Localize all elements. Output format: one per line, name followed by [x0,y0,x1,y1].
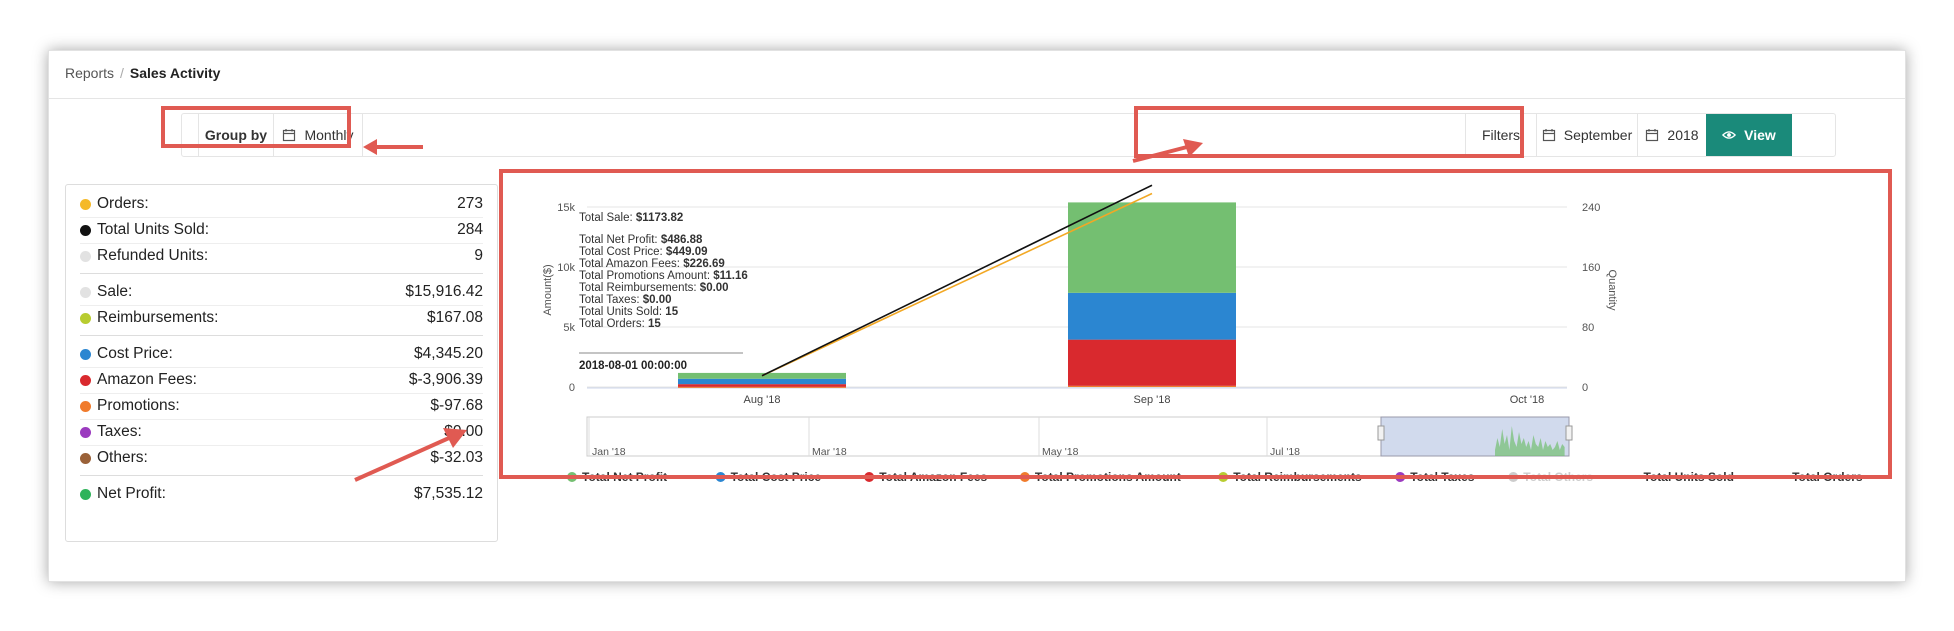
month-select-button[interactable]: September [1536,114,1638,156]
summary-dot-icon [80,286,91,298]
breadcrumb-separator: / [120,65,124,81]
view-label: View [1744,127,1776,143]
summary-dot-icon [80,374,91,386]
breadcrumb-reports-link[interactable]: Reports [65,65,114,81]
summary-row: Cost Price: $4,345.20 [80,341,483,367]
year-select-button[interactable]: 2018 [1637,114,1707,156]
eye-icon [1722,131,1737,139]
summary-value: 273 [457,195,483,212]
summary-row: Orders: 273 [80,191,483,217]
summary-value: $167.08 [426,309,483,326]
summary-divider [80,335,483,336]
summary-row: Refunded Units: 9 [80,243,483,269]
summary-dot-icon [80,452,91,464]
summary-dot-icon [80,198,91,210]
summary-label: Promotions: [97,397,180,414]
summary-dot-icon [80,224,91,236]
calendar-icon [1542,129,1555,142]
month-value: September [1563,127,1633,143]
summary-row: Sale: $15,916.42 [80,279,483,305]
summary-dot-icon [80,348,91,360]
summary-label: Total Units Sold: [97,221,209,238]
summary-label: Orders: [97,195,149,212]
summary-dot-icon [80,400,91,412]
summary-divider [80,273,483,274]
arrow-right-icon [1132,139,1203,163]
arrow-left-icon [363,139,423,155]
summary-label: Amazon Fees: [97,371,197,388]
summary-label: Reimbursements: [97,309,219,326]
summary-label: Cost Price: [97,345,173,362]
header-divider [49,98,1905,99]
summary-dot-icon [80,488,91,500]
report-toolbar: Group by Monthly Filters September 2018 … [181,113,1836,157]
summary-row: Reimbursements: $167.08 [80,305,483,331]
summary-value: $-3,906.39 [408,371,483,388]
summary-panel: Orders: 273 Total Units Sold: 284 Refunded U… [65,184,498,542]
breadcrumb: Reports / Sales Activity [65,65,220,81]
breadcrumb-current: Sales Activity [129,65,221,81]
summary-value: 284 [457,221,483,238]
summary-value: $4,345.20 [414,345,483,362]
year-value: 2018 [1667,127,1699,143]
summary-label: Refunded Units: [97,247,209,264]
report-page: Reports / Sales Activity Group by Monthly … [48,50,1906,582]
summary-row: Total Units Sold: 284 [80,217,483,243]
summary-row: Promotions: $-97.68 [80,393,483,419]
summary-label: Sale: [97,283,133,300]
summary-dot-icon [80,426,91,438]
summary-row: Amazon Fees: $-3,906.39 [80,367,483,393]
summary-dot-icon [80,250,91,262]
arrow-chart-icon [354,428,467,482]
view-button[interactable]: View [1706,114,1792,156]
group-by-highlight [161,106,351,148]
chart-highlight [499,169,1892,479]
summary-dot-icon [80,312,91,324]
calendar-icon [1646,129,1659,142]
summary-value: $15,916.42 [405,283,483,300]
summary-value: $-97.68 [430,397,483,414]
summary-value: 9 [474,247,483,264]
